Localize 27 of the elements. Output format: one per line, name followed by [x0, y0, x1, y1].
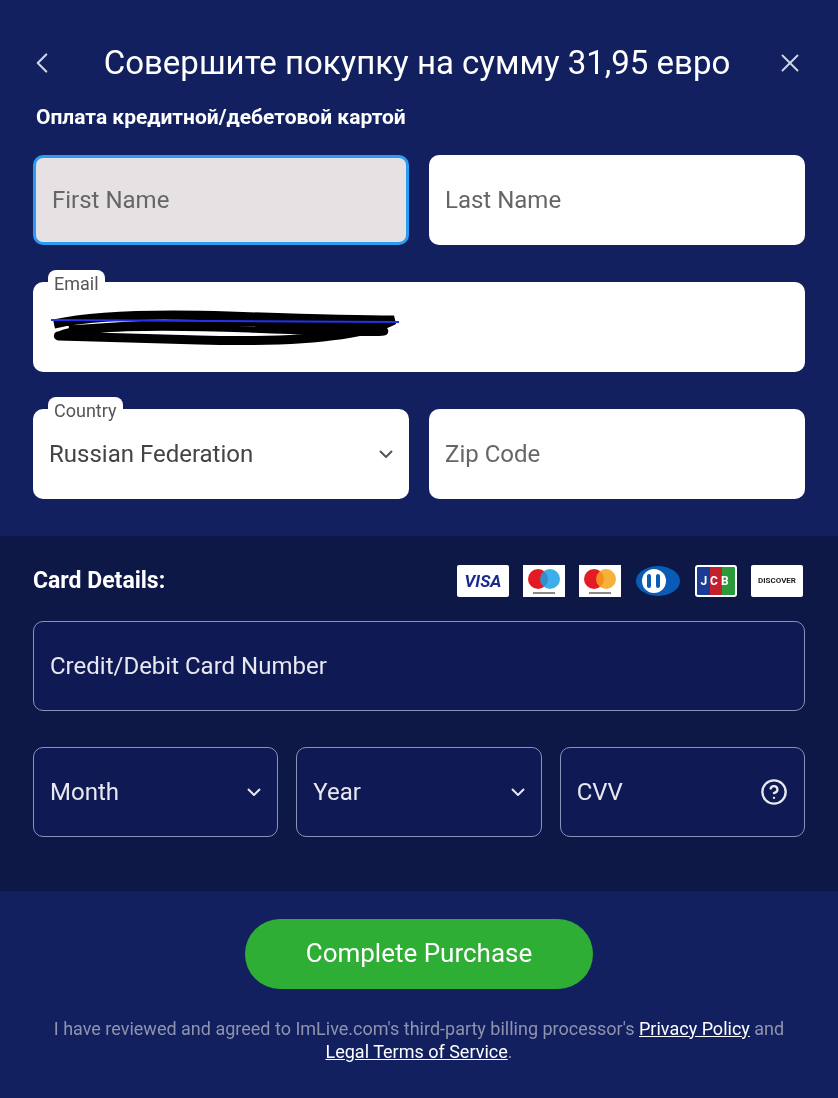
diners-logo: [635, 565, 681, 598]
chevron-down-icon: [247, 787, 262, 796]
name-field[interactable]: First Name: [33, 155, 409, 245]
country-value: Russian Federation: [49, 439, 254, 470]
country-label: Country: [48, 397, 123, 424]
window-title: Совершите покупку на сумму 31,95 евро: [103, 42, 731, 84]
terms-link[interactable]: Privacy Policy: [639, 1017, 750, 1039]
terms-text: I have reviewed and agreed to ImLive.com's third-party billing processor's Privacy Policy and Legal Terms of Service.: [52, 1016, 786, 1063]
payment-method-heading: Оплата кредитной/дебетовой картой: [36, 103, 407, 131]
expiry-select[interactable]: Year: [296, 746, 542, 837]
visa-logo: VISA: [457, 565, 509, 598]
discover-logo: DISCOVER: [751, 565, 803, 598]
zip-code-field[interactable]: Zip Code: [429, 409, 805, 499]
card-number-field[interactable]: Credit/Debit Card Number: [33, 620, 805, 711]
maestro-logo: [523, 565, 565, 598]
expiry-select[interactable]: Month: [33, 746, 279, 837]
cvv-field[interactable]: CVV: [559, 746, 805, 837]
field-placeholder: Year: [313, 776, 361, 808]
chevron-down-icon: [510, 787, 525, 796]
mastercard-logo: [579, 565, 621, 598]
field-placeholder: Month: [50, 776, 119, 808]
terms-link[interactable]: Legal Terms of Service: [325, 1040, 508, 1062]
help-icon[interactable]: [760, 777, 788, 806]
name-field[interactable]: Last Name: [429, 155, 805, 245]
chevron-down-icon: [379, 450, 393, 458]
field-placeholder: CVV: [576, 776, 623, 808]
card-details-heading: Card Details:: [33, 566, 166, 596]
